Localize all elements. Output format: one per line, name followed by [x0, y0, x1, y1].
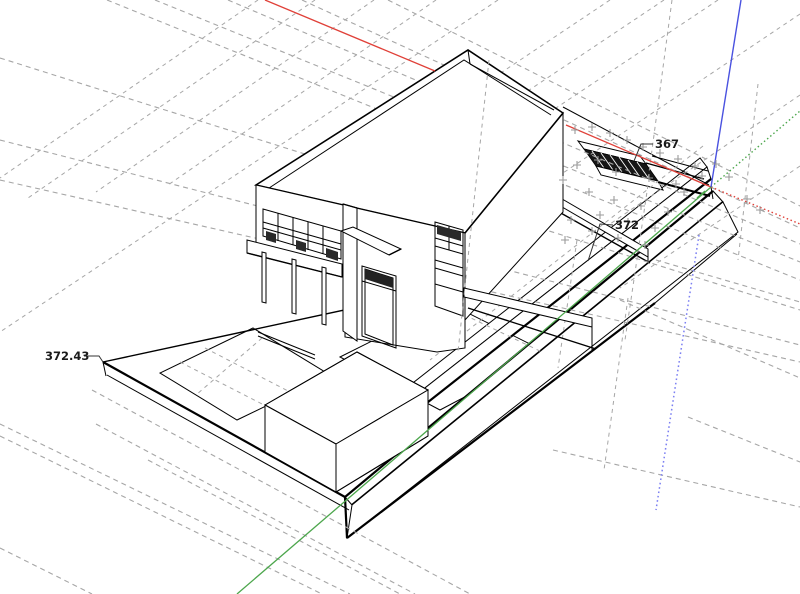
model-canvas[interactable]: 367 372 372.43	[0, 0, 800, 594]
label-372-43[interactable]: 372.43	[45, 349, 89, 363]
step-edge-b	[258, 336, 315, 359]
column-2	[292, 259, 296, 314]
red-axis-upper	[265, 0, 435, 71]
label-367[interactable]: 367	[655, 137, 679, 151]
label-372[interactable]: 372	[615, 218, 639, 232]
curb-corner-vertical	[345, 497, 347, 538]
step-edge-a	[258, 332, 315, 355]
column-3	[322, 267, 326, 325]
entry-fin-wall	[343, 204, 357, 341]
model-viewport[interactable]: 367 372 372.43	[0, 0, 800, 594]
blue-axis	[711, 0, 741, 187]
column-1	[262, 252, 266, 303]
